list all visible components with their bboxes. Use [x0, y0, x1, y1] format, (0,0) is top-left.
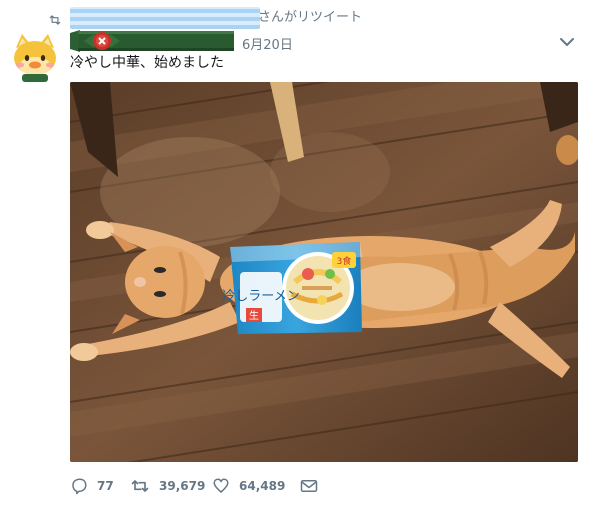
retweet-context [48, 8, 62, 30]
envelope-icon [300, 480, 318, 492]
reply-count: 77 [97, 479, 114, 493]
author-name-banner[interactable] [70, 30, 234, 52]
tweet: さんがリツイート 6月20日 冷やし中華、始めました 冷しラーメン 生 3食 7… [0, 0, 590, 509]
retweeter-name-redacted[interactable] [70, 7, 260, 29]
reply-button[interactable]: 77 [70, 477, 130, 495]
retweet-count: 39,679 [159, 479, 206, 493]
avatar[interactable] [8, 30, 62, 84]
retweet-icon [48, 12, 62, 26]
package-text-label: 冷しラーメン [222, 289, 299, 304]
cat-avatar-icon [8, 30, 62, 84]
reply-icon [72, 478, 87, 495]
package-tag: 生 [249, 309, 259, 322]
direct-message-button[interactable] [300, 478, 318, 494]
chevron-down-icon[interactable] [558, 34, 576, 48]
tweet-date[interactable]: 6月20日 [242, 34, 293, 53]
tweet-actions: 77 39,679 64,489 [70, 476, 318, 496]
retweet-button[interactable]: 39,679 [130, 477, 212, 495]
heart-icon [213, 478, 229, 493]
retweet-label: さんがリツイート [258, 10, 363, 25]
retweet-action-icon [131, 480, 149, 492]
cat-in-bag-photo: 冷しラーメン 生 3食 [70, 82, 578, 462]
tweet-photo[interactable]: 冷しラーメン 生 3食 [70, 82, 578, 462]
package-badge: 3食 [337, 255, 352, 267]
tweet-text: 冷やし中華、始めました [70, 55, 224, 71]
like-button[interactable]: 64,489 [212, 477, 300, 495]
like-count: 64,489 [239, 479, 286, 493]
